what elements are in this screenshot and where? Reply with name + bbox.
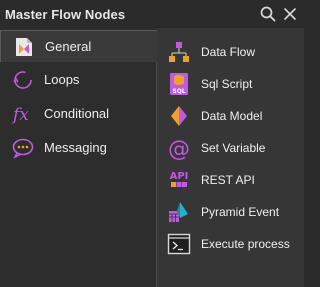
sidebar-item-label: Loops	[44, 72, 80, 87]
svg-text:fx: fx	[11, 105, 29, 125]
at-sign-icon: @	[168, 137, 190, 160]
panel-header: Master Flow Nodes	[0, 0, 304, 28]
message-icon	[12, 138, 34, 159]
rest-api-icon: API	[170, 171, 189, 187]
node-label: Sql Script	[201, 77, 253, 91]
terminal-icon	[167, 233, 191, 255]
sql-icon-text: SQL	[172, 88, 185, 95]
data-flow-icon	[169, 42, 189, 62]
node-label: Data Model	[201, 109, 263, 123]
sidebar-item-loops[interactable]: Loops	[0, 64, 156, 96]
loop-icon	[13, 71, 32, 89]
node-sql-script[interactable]: SQL Sql Script	[157, 68, 304, 98]
search-icon[interactable]	[259, 5, 277, 23]
sidebar-item-label: Conditional	[44, 106, 110, 121]
node-label: Execute process	[201, 237, 290, 251]
panel-title: Master Flow Nodes	[5, 7, 126, 22]
node-set-variable[interactable]: @ Set Variable	[157, 132, 304, 162]
node-label: Pyramid Event	[201, 205, 280, 219]
close-icon[interactable]	[281, 5, 299, 23]
general-icon	[16, 38, 32, 56]
node-rest-api[interactable]: API REST API	[157, 164, 304, 194]
node-pyramid-event[interactable]: Pyramid Event	[157, 196, 304, 226]
sidebar-item-messaging[interactable]: Messaging	[0, 132, 156, 164]
fx-icon: fx	[11, 105, 29, 125]
node-label: Data Flow	[201, 45, 256, 59]
at-icon-text: @	[168, 137, 190, 160]
sidebar-item-general[interactable]: General	[0, 30, 157, 62]
node-label: Set Variable	[201, 141, 266, 155]
node-data-model[interactable]: Data Model	[157, 100, 304, 130]
sql-script-icon: SQL	[170, 73, 188, 95]
master-flow-nodes-panel: Master Flow Nodes General Loops fx Condi…	[0, 0, 304, 287]
data-model-icon	[171, 106, 187, 126]
category-sidebar: General Loops fx Conditional Messaging	[0, 28, 157, 287]
node-data-flow[interactable]: Data Flow	[157, 36, 304, 66]
node-label: REST API	[201, 173, 255, 187]
api-icon-text: API	[170, 171, 189, 182]
pyramid-event-icon	[169, 202, 188, 222]
sidebar-item-conditional[interactable]: fx Conditional	[0, 98, 156, 130]
node-execute-process[interactable]: Execute process	[157, 228, 304, 258]
node-list: Data Flow SQL Sql Script Data Model @ Se…	[157, 28, 304, 287]
sidebar-item-label: Messaging	[44, 140, 107, 155]
sidebar-item-label: General	[45, 39, 92, 54]
